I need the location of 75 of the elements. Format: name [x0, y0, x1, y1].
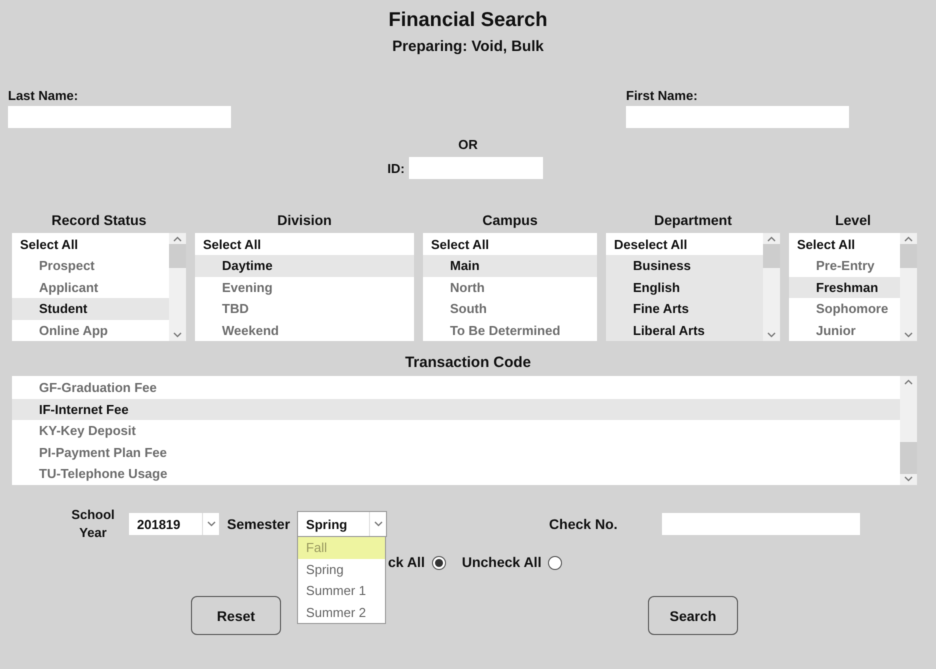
list-item[interactable]: Freshman: [789, 276, 900, 298]
list-item[interactable]: GF-Graduation Fee: [12, 377, 900, 398]
list-item[interactable]: English: [606, 276, 763, 298]
check-number-field[interactable]: [662, 513, 860, 535]
list-item[interactable]: Daytime: [195, 255, 414, 277]
list-item[interactable]: Sophomore: [789, 298, 900, 320]
select-all-item[interactable]: Select All: [423, 234, 597, 256]
list-item[interactable]: Evening: [195, 276, 414, 298]
scrollbar[interactable]: [900, 376, 917, 485]
scrollbar[interactable]: [900, 233, 917, 341]
radio-button[interactable]: [432, 556, 446, 570]
select-all-item[interactable]: Select All: [789, 234, 900, 256]
scroll-down-icon[interactable]: [173, 332, 182, 338]
list-item[interactable]: Main: [423, 255, 597, 277]
list-heading: Level: [834, 212, 872, 228]
list-item[interactable]: Applicant: [12, 276, 169, 298]
list-heading: Record Status: [50, 212, 148, 228]
field-label: School Year: [70, 506, 116, 542]
field-label: First Name:: [626, 88, 699, 103]
list-item[interactable]: IF-Internet Fee: [12, 398, 900, 420]
list-item[interactable]: TBD: [195, 298, 414, 320]
scroll-up-icon[interactable]: [173, 236, 182, 242]
list-item[interactable]: South: [423, 298, 597, 320]
radio-label: Uncheck All: [462, 554, 542, 570]
scrollbar[interactable]: [169, 233, 186, 341]
list-item[interactable]: TU-Telephone Usage: [12, 463, 900, 484]
search-button[interactable]: Search: [648, 596, 738, 635]
field-label: ID:: [387, 160, 405, 176]
list-item[interactable]: Student: [12, 298, 169, 320]
field-label: Last Name:: [8, 88, 80, 103]
field-label: Semester: [227, 516, 290, 532]
list-item[interactable]: To Be Determined: [423, 320, 597, 342]
scrollbar[interactable]: [763, 233, 780, 341]
list-item[interactable]: Weekend: [195, 320, 414, 342]
school-year-dropdown[interactable]: 201819: [129, 513, 219, 535]
list-item[interactable]: Prospect: [12, 255, 169, 277]
last-name-field[interactable]: [8, 106, 231, 128]
select-all-item[interactable]: Select All: [12, 234, 169, 256]
caret-icon[interactable]: [374, 521, 383, 527]
list-item[interactable]: Pre-Entry: [789, 255, 900, 277]
reset-button[interactable]: Reset: [191, 596, 281, 635]
dropdown-option[interactable]: Spring: [298, 558, 386, 580]
scrollbar-thumb[interactable]: [763, 244, 780, 268]
list-item[interactable]: North: [423, 276, 597, 298]
list-item[interactable]: Fine Arts: [606, 298, 763, 320]
list-item[interactable]: Online App: [12, 320, 169, 342]
caret-icon[interactable]: [206, 521, 216, 527]
or-label: OR: [458, 137, 478, 152]
list-item[interactable]: Business: [606, 255, 763, 277]
scrollbar-thumb[interactable]: [900, 442, 917, 474]
list-heading: Campus: [481, 212, 539, 228]
field-label: Check No.: [549, 516, 618, 532]
page-subtitle: Preparing: Void, Bulk: [391, 38, 545, 55]
first-name-field[interactable]: [626, 106, 849, 128]
list-item[interactable]: PI-Payment Plan Fee: [12, 442, 900, 463]
scrollbar-thumb[interactable]: [169, 244, 186, 268]
list-heading: Transaction Code: [404, 354, 532, 371]
scroll-up-icon[interactable]: [904, 236, 913, 242]
list-item[interactable]: Junior: [789, 320, 900, 342]
select-all-item[interactable]: Deselect All: [606, 234, 763, 256]
list-item[interactable]: KY-Key Deposit: [12, 420, 900, 442]
radio-label: ck All: [388, 554, 425, 570]
id-field[interactable]: [408, 157, 543, 179]
page-title: Financial Search: [388, 8, 548, 32]
scroll-down-icon[interactable]: [767, 332, 776, 338]
scroll-up-icon[interactable]: [904, 379, 913, 385]
scrollbar-thumb[interactable]: [900, 244, 917, 268]
scroll-up-icon[interactable]: [767, 236, 776, 242]
select-all-item[interactable]: Select All: [195, 234, 414, 256]
scroll-down-icon[interactable]: [904, 476, 913, 482]
radio-button[interactable]: [548, 556, 562, 570]
list-item[interactable]: Liberal Arts: [606, 320, 763, 342]
list-heading: Department: [653, 212, 733, 228]
list-heading: Division: [276, 212, 333, 228]
scroll-down-icon[interactable]: [904, 332, 913, 338]
